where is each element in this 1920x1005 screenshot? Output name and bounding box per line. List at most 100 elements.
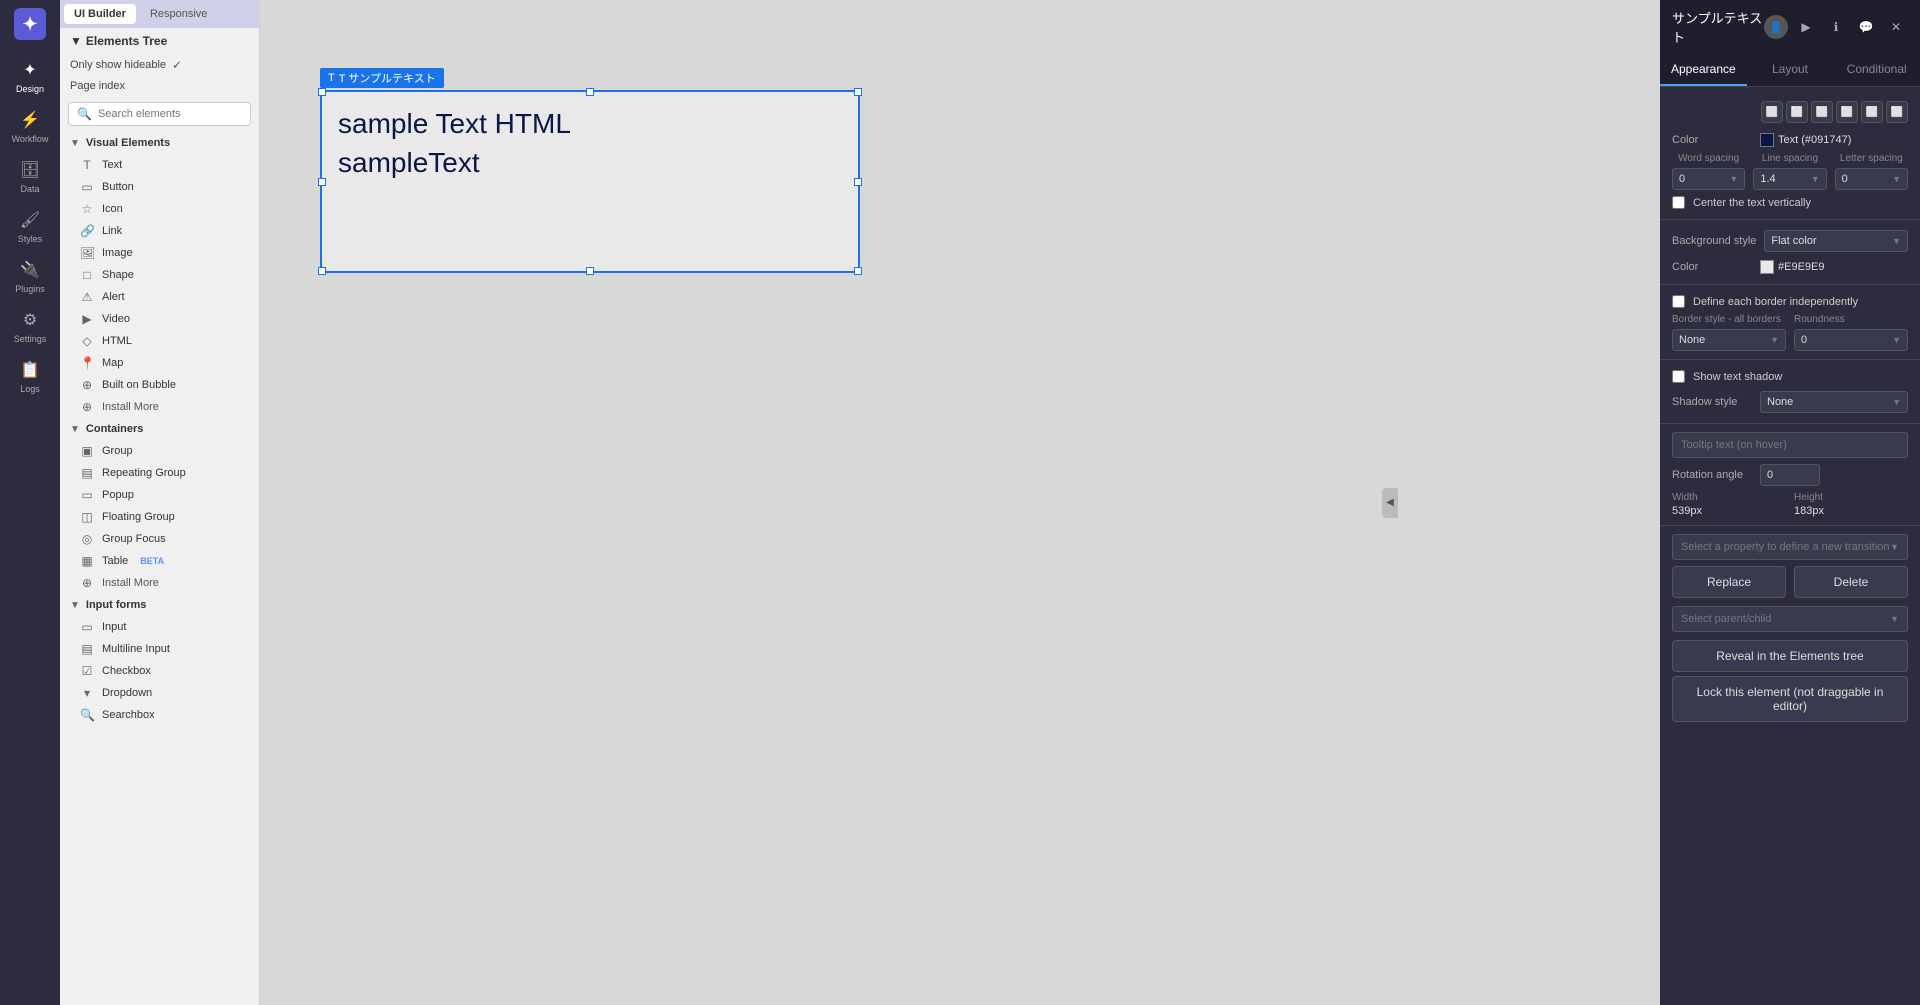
search-bar[interactable]: 🔍 bbox=[68, 102, 251, 126]
resize-handle-br[interactable] bbox=[854, 267, 862, 275]
nav-item-design[interactable]: ✦ Design bbox=[0, 52, 60, 102]
resize-handle-bl[interactable] bbox=[318, 267, 326, 275]
color-row: Color Text (#091747) bbox=[1660, 129, 1920, 151]
element-table[interactable]: ▦ Table BETA bbox=[60, 550, 259, 572]
page-index-option[interactable]: Page index bbox=[60, 76, 259, 96]
shadow-style-row: Shadow style None ▼ bbox=[1660, 387, 1920, 417]
align-middle-btn[interactable]: ⬜ bbox=[1861, 101, 1883, 123]
resize-handle-ml[interactable] bbox=[318, 178, 326, 186]
border-style-label: Border style - all borders bbox=[1672, 314, 1786, 325]
element-repeatinggroup[interactable]: ▤ Repeating Group bbox=[60, 462, 259, 484]
tab-appearance[interactable]: Appearance bbox=[1660, 54, 1747, 86]
element-icon[interactable]: ☆ Icon bbox=[60, 198, 259, 220]
tab-layout[interactable]: Layout bbox=[1747, 54, 1834, 86]
resize-handle-mr[interactable] bbox=[854, 178, 862, 186]
element-alert[interactable]: ⚠ Alert bbox=[60, 286, 259, 308]
line-spacing-input[interactable]: 1.4 ▼ bbox=[1753, 168, 1826, 190]
dimension-row: Width 539px Height 183px bbox=[1660, 490, 1920, 519]
align-right-btn[interactable]: ⬜ bbox=[1811, 101, 1833, 123]
element-multiline[interactable]: ▤ Multiline Input bbox=[60, 638, 259, 660]
element-groupfocus[interactable]: ◎ Group Focus bbox=[60, 528, 259, 550]
collapse-arrow[interactable]: ▼ bbox=[70, 34, 82, 48]
main-canvas[interactable]: T T サンプルテキスト sample Text HTML sampleText… bbox=[260, 0, 1660, 1005]
reveal-elements-tree-button[interactable]: Reveal in the Elements tree bbox=[1672, 640, 1908, 672]
tooltip-input[interactable]: Tooltip text (on hover) bbox=[1672, 432, 1908, 458]
element-text[interactable]: T Text bbox=[60, 154, 259, 176]
show-shadow-row[interactable]: Show text shadow bbox=[1660, 366, 1920, 387]
text-element-box[interactable]: sample Text HTML sampleText bbox=[320, 90, 860, 273]
element-video[interactable]: ▶ Video bbox=[60, 308, 259, 330]
profile-btn[interactable]: 👤 bbox=[1764, 15, 1788, 39]
only-show-hideable[interactable]: Only show hideable ✓ bbox=[60, 54, 259, 76]
nav-item-logs[interactable]: 📋 Logs bbox=[0, 352, 60, 402]
select-parent-input[interactable]: Select parent/child ▼ bbox=[1672, 606, 1908, 632]
transition-input[interactable]: Select a property to define a new transi… bbox=[1672, 534, 1908, 560]
rotation-input[interactable]: 0 bbox=[1760, 464, 1820, 486]
roundness-input[interactable]: 0 ▼ bbox=[1794, 329, 1908, 351]
element-searchbox[interactable]: 🔍 Searchbox bbox=[60, 704, 259, 726]
floatinggroup-icon: ◫ bbox=[80, 510, 94, 524]
nav-item-settings[interactable]: ⚙ Settings bbox=[0, 302, 60, 352]
install-more-visual[interactable]: ⊕ Install More bbox=[60, 396, 259, 418]
center-text-row[interactable]: Center the text vertically bbox=[1660, 192, 1920, 213]
element-builtonbubble[interactable]: ⊕ Built on Bubble bbox=[60, 374, 259, 396]
bg-style-input[interactable]: Flat color ▼ bbox=[1764, 230, 1908, 252]
resize-handle-tr[interactable] bbox=[854, 88, 862, 96]
align-center-btn[interactable]: ⬜ bbox=[1786, 101, 1808, 123]
panel-collapse-btn[interactable]: ◀ bbox=[1382, 488, 1398, 518]
search-input[interactable] bbox=[98, 108, 242, 120]
lock-element-button[interactable]: Lock this element (not draggable in edit… bbox=[1672, 676, 1908, 722]
resize-handle-tc[interactable] bbox=[586, 88, 594, 96]
resize-handle-bc[interactable] bbox=[586, 267, 594, 275]
color-value[interactable]: Text (#091747) bbox=[1760, 133, 1851, 147]
close-btn[interactable]: ✕ bbox=[1884, 15, 1908, 39]
element-popup[interactable]: ▭ Popup bbox=[60, 484, 259, 506]
install-more-containers[interactable]: ⊕ Install More bbox=[60, 572, 259, 594]
nav-item-data[interactable]: 🗄 Data bbox=[0, 152, 60, 202]
element-button[interactable]: ▭ Button bbox=[60, 176, 259, 198]
element-image[interactable]: 🖼 Image bbox=[60, 242, 259, 264]
element-shape[interactable]: □ Shape bbox=[60, 264, 259, 286]
right-panel-tabs: Appearance Layout Conditional bbox=[1660, 54, 1920, 87]
show-shadow-checkbox[interactable] bbox=[1672, 370, 1685, 383]
replace-button[interactable]: Replace bbox=[1672, 566, 1786, 598]
popup-icon: ▭ bbox=[80, 488, 94, 502]
resize-handle-tl[interactable] bbox=[318, 88, 326, 96]
tab-ui-builder[interactable]: UI Builder bbox=[64, 4, 136, 24]
containers-section[interactable]: ▼ Containers bbox=[60, 418, 259, 440]
align-left-btn[interactable]: ⬜ bbox=[1761, 101, 1783, 123]
border-style-input[interactable]: None ▼ bbox=[1672, 329, 1786, 351]
tab-conditional[interactable]: Conditional bbox=[1833, 54, 1920, 86]
input-forms-section[interactable]: ▼ Input forms bbox=[60, 594, 259, 616]
element-dropdown[interactable]: ▾ Dropdown bbox=[60, 682, 259, 704]
element-map[interactable]: 📍 Map bbox=[60, 352, 259, 374]
align-bottom-btn[interactable]: ⬜ bbox=[1886, 101, 1908, 123]
chat-btn[interactable]: 💬 bbox=[1854, 15, 1878, 39]
nav-item-workflow[interactable]: ⚡ Workflow bbox=[0, 102, 60, 152]
element-checkbox[interactable]: ☑ Checkbox bbox=[60, 660, 259, 682]
shadow-style-input[interactable]: None ▼ bbox=[1760, 391, 1908, 413]
map-icon: 📍 bbox=[80, 356, 94, 370]
nav-item-plugins[interactable]: 🔌 Plugins bbox=[0, 252, 60, 302]
align-top-btn[interactable]: ⬜ bbox=[1836, 101, 1858, 123]
tab-responsive[interactable]: Responsive bbox=[140, 4, 217, 24]
letter-spacing-input[interactable]: 0 ▼ bbox=[1835, 168, 1908, 190]
nav-item-styles[interactable]: 🖌 Styles bbox=[0, 202, 60, 252]
define-border-checkbox[interactable] bbox=[1672, 295, 1685, 308]
element-html[interactable]: ◇ HTML bbox=[60, 330, 259, 352]
define-border-row[interactable]: Define each border independently bbox=[1660, 291, 1920, 312]
info-btn[interactable]: ℹ bbox=[1824, 15, 1848, 39]
delete-button[interactable]: Delete bbox=[1794, 566, 1908, 598]
element-label-tag: T T サンプルテキスト bbox=[320, 68, 444, 88]
visual-elements-section[interactable]: ▼ Visual Elements bbox=[60, 132, 259, 154]
element-link[interactable]: 🔗 Link bbox=[60, 220, 259, 242]
play-btn[interactable]: ▶ bbox=[1794, 15, 1818, 39]
word-spacing-input[interactable]: 0 ▼ bbox=[1672, 168, 1745, 190]
element-group[interactable]: ▣ Group bbox=[60, 440, 259, 462]
bg-color-value[interactable]: #E9E9E9 bbox=[1760, 260, 1908, 274]
design-icon: ✦ bbox=[23, 60, 36, 80]
center-text-checkbox[interactable] bbox=[1672, 196, 1685, 209]
element-input[interactable]: ▭ Input bbox=[60, 616, 259, 638]
element-floatinggroup[interactable]: ◫ Floating Group bbox=[60, 506, 259, 528]
select-parent-row: Select parent/child ▼ bbox=[1660, 602, 1920, 636]
